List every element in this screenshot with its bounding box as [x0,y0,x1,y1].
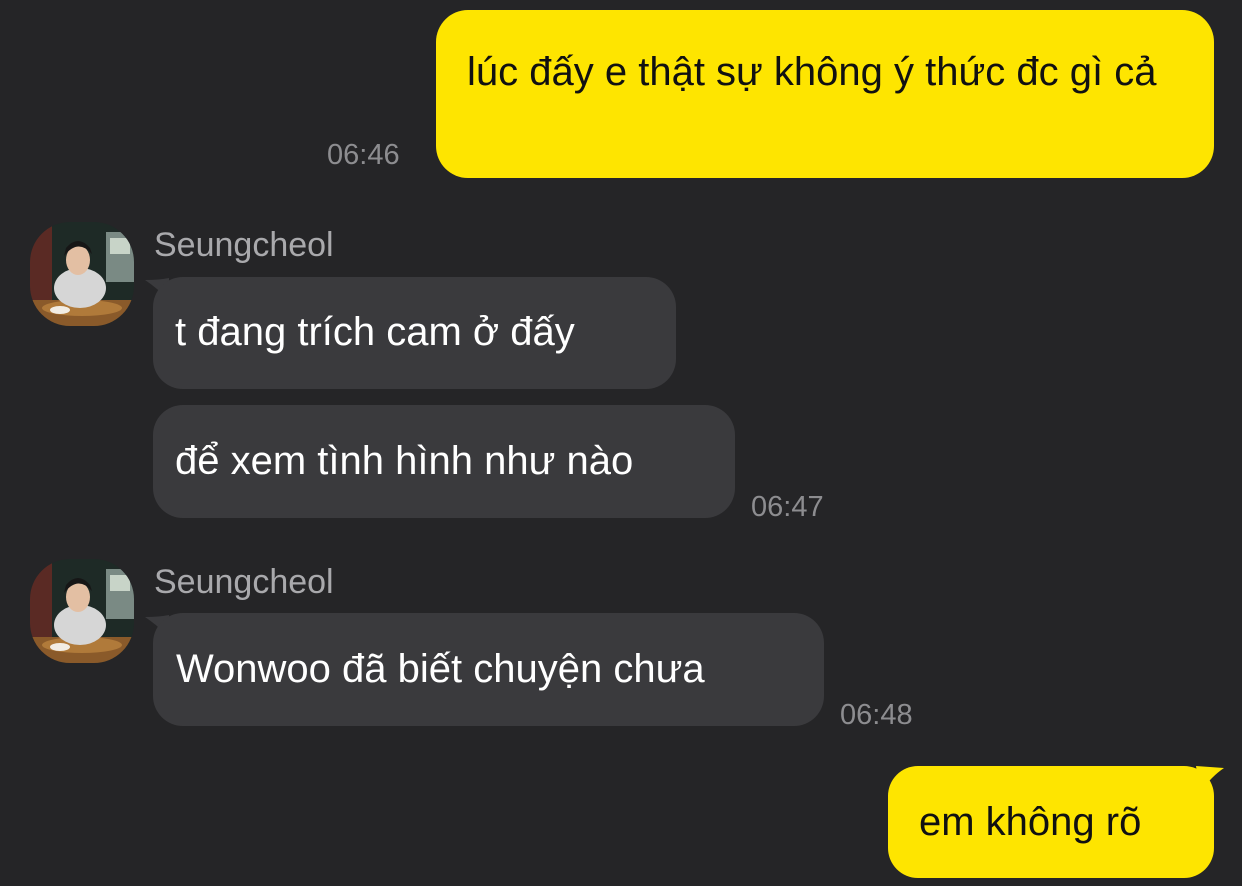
avatar[interactable] [30,222,134,326]
message-time: 06:47 [751,491,824,523]
sender-name: Seungcheol [154,563,334,601]
sender-name: Seungcheol [154,226,334,264]
avatar-photo-icon [30,559,134,663]
chat-view[interactable]: 06:46 lúc đấy e thật sự không ý thức đc … [0,0,1242,886]
message-time: 06:46 [327,139,400,171]
message-bubble[interactable]: lúc đấy e thật sự không ý thức đc gì cả [436,10,1214,178]
avatar-photo-icon [30,222,134,326]
message-bubble[interactable]: Wonwoo đã biết chuyện chưa [153,613,824,726]
message-bubble[interactable]: em không rõ [888,766,1214,878]
avatar[interactable] [30,559,134,663]
message-bubble[interactable]: để xem tình hình như nào [153,405,735,518]
message-time: 06:48 [840,699,913,731]
message-bubble[interactable]: t đang trích cam ở đấy [153,277,676,389]
